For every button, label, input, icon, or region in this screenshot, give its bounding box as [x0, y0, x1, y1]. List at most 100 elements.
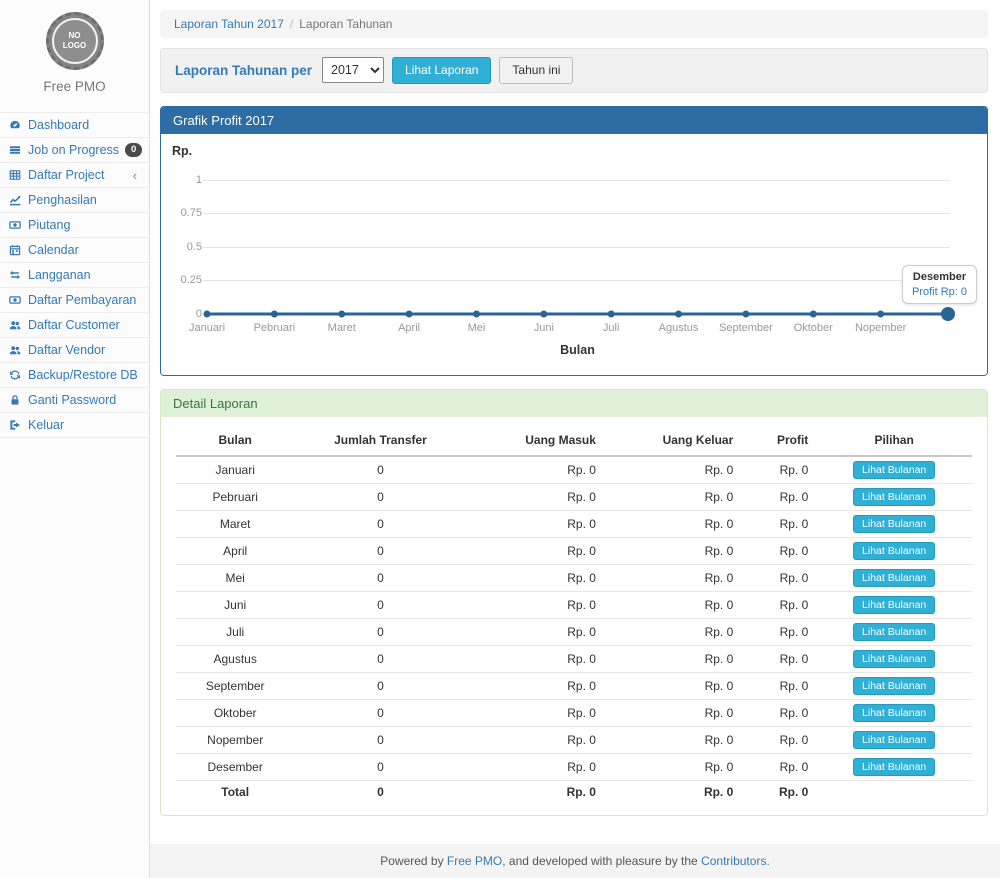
- table-cell: Rp. 0: [741, 537, 816, 564]
- data-point[interactable]: [338, 310, 345, 317]
- profit-line-plot[interactable]: [176, 134, 972, 375]
- data-point[interactable]: [204, 310, 211, 317]
- sidebar-item-job-on-progress[interactable]: Job on Progress0: [0, 137, 149, 162]
- total-cell: Rp. 0: [467, 780, 604, 803]
- refresh-icon: [9, 369, 22, 381]
- data-point[interactable]: [742, 310, 749, 317]
- page-footer: Powered by Free PMO, and developed with …: [150, 844, 1000, 878]
- data-point[interactable]: [608, 310, 615, 317]
- table-cell: 0: [294, 672, 466, 699]
- chart-tooltip: Desember Profit Rp: 0: [902, 265, 977, 304]
- breadcrumb-link[interactable]: Laporan Tahun 2017: [174, 17, 284, 31]
- profit-chart-panel: Grafik Profit 2017 Rp. Desember Profit R…: [160, 106, 988, 376]
- table-cell: Rp. 0: [604, 483, 741, 510]
- table-header-row: BulanJumlah TransferUang MasukUang Kelua…: [176, 425, 972, 456]
- table-cell: Rp. 0: [467, 537, 604, 564]
- sidebar-item-daftar-vendor[interactable]: Daftar Vendor: [0, 337, 149, 362]
- table-cell: Rp. 0: [604, 591, 741, 618]
- sidebar-item-backup-restore-db[interactable]: Backup/Restore DB: [0, 362, 149, 387]
- sidebar-item-daftar-project[interactable]: Daftar Project‹: [0, 162, 149, 187]
- data-point[interactable]: [473, 310, 480, 317]
- lihat-bulanan-button[interactable]: Lihat Bulanan: [853, 569, 935, 587]
- table-cell: Rp. 0: [741, 456, 816, 484]
- data-point[interactable]: [540, 310, 547, 317]
- sidebar-item-langganan[interactable]: Langganan: [0, 262, 149, 287]
- sidebar-item-daftar-customer[interactable]: Daftar Customer: [0, 312, 149, 337]
- table-cell: Rp. 0: [741, 753, 816, 780]
- chart-line-icon: [9, 194, 22, 206]
- lihat-laporan-button[interactable]: Lihat Laporan: [392, 57, 491, 84]
- table-cell: Rp. 0: [741, 510, 816, 537]
- lihat-bulanan-button[interactable]: Lihat Bulanan: [853, 704, 935, 722]
- footer-text-prefix: Powered by: [380, 854, 447, 868]
- lihat-bulanan-button[interactable]: Lihat Bulanan: [853, 650, 935, 668]
- table-cell: Rp. 0: [741, 483, 816, 510]
- breadcrumb-current: Laporan Tahunan: [299, 17, 392, 31]
- table-cell: Rp. 0: [467, 753, 604, 780]
- table-cell: Rp. 0: [604, 537, 741, 564]
- lihat-bulanan-button[interactable]: Lihat Bulanan: [853, 677, 935, 695]
- table-row: April0Rp. 0Rp. 0Rp. 0Lihat Bulanan: [176, 537, 972, 564]
- sidebar-item-piutang[interactable]: Piutang: [0, 212, 149, 237]
- tahun-ini-button[interactable]: Tahun ini: [499, 57, 573, 84]
- sidebar-item-keluar[interactable]: Keluar: [0, 412, 149, 438]
- data-point[interactable]: [406, 310, 413, 317]
- table-total-row: Total0Rp. 0Rp. 0Rp. 0: [176, 780, 972, 803]
- data-point[interactable]: [877, 310, 884, 317]
- sidebar-item-daftar-pembayaran[interactable]: Daftar Pembayaran: [0, 287, 149, 312]
- lihat-bulanan-button[interactable]: Lihat Bulanan: [853, 515, 935, 533]
- brand-name: Free PMO: [0, 79, 149, 94]
- lihat-bulanan-button[interactable]: Lihat Bulanan: [853, 731, 935, 749]
- sidebar-item-calendar[interactable]: Calendar: [0, 237, 149, 262]
- calendar-icon: [9, 244, 22, 256]
- table-cell: Rp. 0: [741, 591, 816, 618]
- lihat-bulanan-button[interactable]: Lihat Bulanan: [853, 596, 935, 614]
- tooltip-title: Desember: [912, 271, 967, 283]
- total-cell: [816, 780, 972, 803]
- sidebar-item-dashboard[interactable]: Dashboard: [0, 112, 149, 137]
- table-cell: Rp. 0: [467, 510, 604, 537]
- data-point[interactable]: [810, 310, 817, 317]
- lihat-bulanan-button[interactable]: Lihat Bulanan: [853, 758, 935, 776]
- table-row: Maret0Rp. 0Rp. 0Rp. 0Lihat Bulanan: [176, 510, 972, 537]
- sidebar-item-ganti-password[interactable]: Ganti Password: [0, 387, 149, 412]
- app-logo: NO LOGO: [46, 12, 104, 70]
- table-cell: Rp. 0: [741, 564, 816, 591]
- sidebar-item-penghasilan[interactable]: Penghasilan: [0, 187, 149, 212]
- lihat-bulanan-button[interactable]: Lihat Bulanan: [853, 488, 935, 506]
- table-cell: 0: [294, 645, 466, 672]
- table-cell: Agustus: [176, 645, 294, 672]
- dashboard-icon: [9, 119, 22, 131]
- table-cell: Rp. 0: [467, 699, 604, 726]
- column-header: Uang Masuk: [467, 425, 604, 456]
- money-icon: [9, 294, 22, 306]
- total-cell: Total: [176, 780, 294, 803]
- footer-brand-link[interactable]: Free PMO: [447, 854, 502, 868]
- total-cell: 0: [294, 780, 466, 803]
- table-cell: Rp. 0: [604, 699, 741, 726]
- main-content: Laporan Tahun 2017/Laporan Tahunan Lapor…: [150, 0, 1000, 878]
- filter-label: Laporan Tahunan per: [175, 63, 312, 78]
- table-cell: 0: [294, 726, 466, 753]
- table-row: Mei0Rp. 0Rp. 0Rp. 0Lihat Bulanan: [176, 564, 972, 591]
- list-icon: [9, 144, 22, 156]
- data-point[interactable]: [941, 307, 955, 321]
- table-icon: [9, 169, 22, 181]
- table-cell: Rp. 0: [741, 672, 816, 699]
- year-select[interactable]: 2017: [322, 57, 384, 83]
- table-cell: Nopember: [176, 726, 294, 753]
- lihat-bulanan-button[interactable]: Lihat Bulanan: [853, 542, 935, 560]
- data-point[interactable]: [271, 310, 278, 317]
- data-point[interactable]: [675, 310, 682, 317]
- table-row: Oktober0Rp. 0Rp. 0Rp. 0Lihat Bulanan: [176, 699, 972, 726]
- table-cell: Rp. 0: [467, 726, 604, 753]
- sidebar-item-label: Calendar: [28, 243, 79, 257]
- sidebar-item-label: Ganti Password: [28, 393, 116, 407]
- sidebar-item-label: Keluar: [28, 418, 64, 432]
- footer-contributors-link[interactable]: Contributors.: [701, 854, 770, 868]
- sidebar-item-label: Langganan: [28, 268, 91, 282]
- table-cell: Rp. 0: [604, 672, 741, 699]
- table-cell: Rp. 0: [467, 645, 604, 672]
- lihat-bulanan-button[interactable]: Lihat Bulanan: [853, 461, 935, 479]
- lihat-bulanan-button[interactable]: Lihat Bulanan: [853, 623, 935, 641]
